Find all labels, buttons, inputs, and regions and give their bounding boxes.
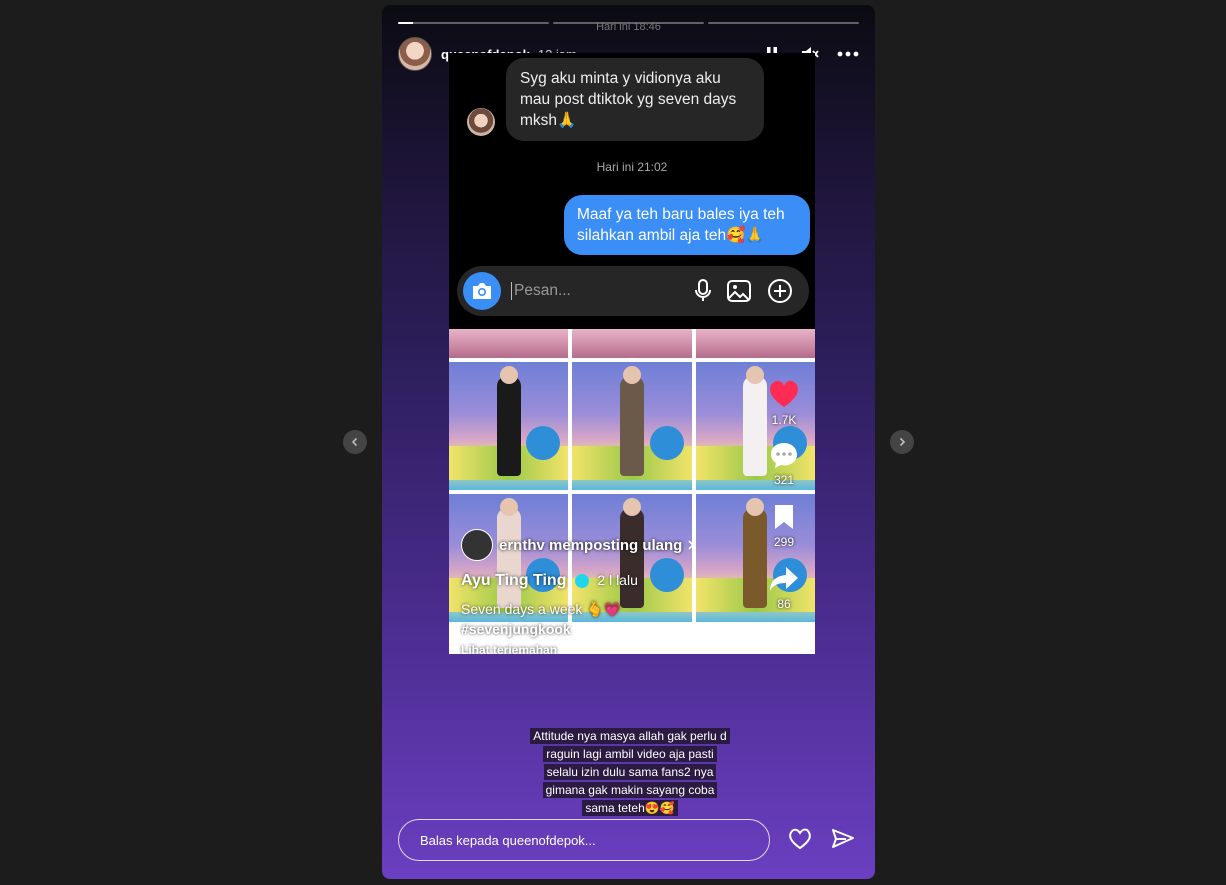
bookmark-icon [775,505,793,529]
save-count: 299 [773,535,795,549]
caption-text: Attitude nya masya allah gak perlu d rag… [530,728,730,816]
repost-banner: ernthv memposting ulang [461,529,696,561]
comment-icon [771,443,797,468]
share-icon [770,567,798,591]
see-translation: Lihat terjemahan [461,643,558,654]
message-composer: Pesan... [457,266,809,316]
video-thumbnail [572,362,692,490]
incoming-message: Syg aku minta y vidionya aku mau post dt… [506,58,764,141]
chat-screenshot: Syg aku minta y vidionya aku mau post dt… [449,53,815,329]
chat-timestamp: Hari ini 21:02 [596,160,668,174]
sender-avatar [467,108,495,136]
camera-icon [473,283,491,299]
faded-date: Hari ini 18:46 [596,21,661,33]
more-icon [837,51,859,57]
avatar[interactable] [398,37,432,71]
chevron-right-icon [688,540,695,550]
thumbnail-strip [449,329,815,358]
tiktok-screenshot: ernthv memposting ulang Ayu Ting Ting 2 … [449,329,815,654]
reply-input[interactable]: Balas kepada queenofdepok... [398,819,770,861]
reposter-avatar [461,529,493,561]
message-placeholder: Pesan... [511,282,695,300]
action-rail: 1.7K 321 299 86 [767,379,801,611]
repost-text: ernthv memposting ulang [499,536,683,554]
mic-icon [695,279,711,301]
creator-name: Ayu Ting Ting [461,572,567,589]
story-caption: Attitude nya masya allah gak perlu d rag… [530,727,730,817]
send-icon[interactable] [831,827,855,851]
image-icon [727,280,751,302]
like-count: 1.7K [771,413,797,427]
chevron-left-icon [351,437,358,447]
tiktok-hashtag: #sevenjungkook [461,621,571,637]
share-count: 86 [777,597,791,611]
video-thumbnail [449,362,569,490]
reply-placeholder: Balas kepada queenofdepok... [420,832,596,848]
comment-count: 321 [773,473,795,487]
verified-icon [574,573,589,588]
heart-icon[interactable] [787,827,813,851]
more-options-button[interactable] [837,43,859,65]
heart-icon [769,380,799,407]
outgoing-message: Maaf ya teh baru bales iya teh silahkan … [564,195,810,255]
creator-line: Ayu Ting Ting 2 l lalu [461,572,638,590]
story-viewer: Hari ini 18:46 queenofdepok 12 jam Syg a… [382,5,875,879]
tiktok-caption: Seven days a week 🫰💗 [461,601,622,617]
next-story-button[interactable] [890,430,914,454]
plus-icon [768,279,792,303]
prev-story-button[interactable] [343,430,367,454]
post-age: 2 l lalu [597,572,638,588]
chevron-right-icon [899,437,906,447]
camera-button [463,272,501,310]
